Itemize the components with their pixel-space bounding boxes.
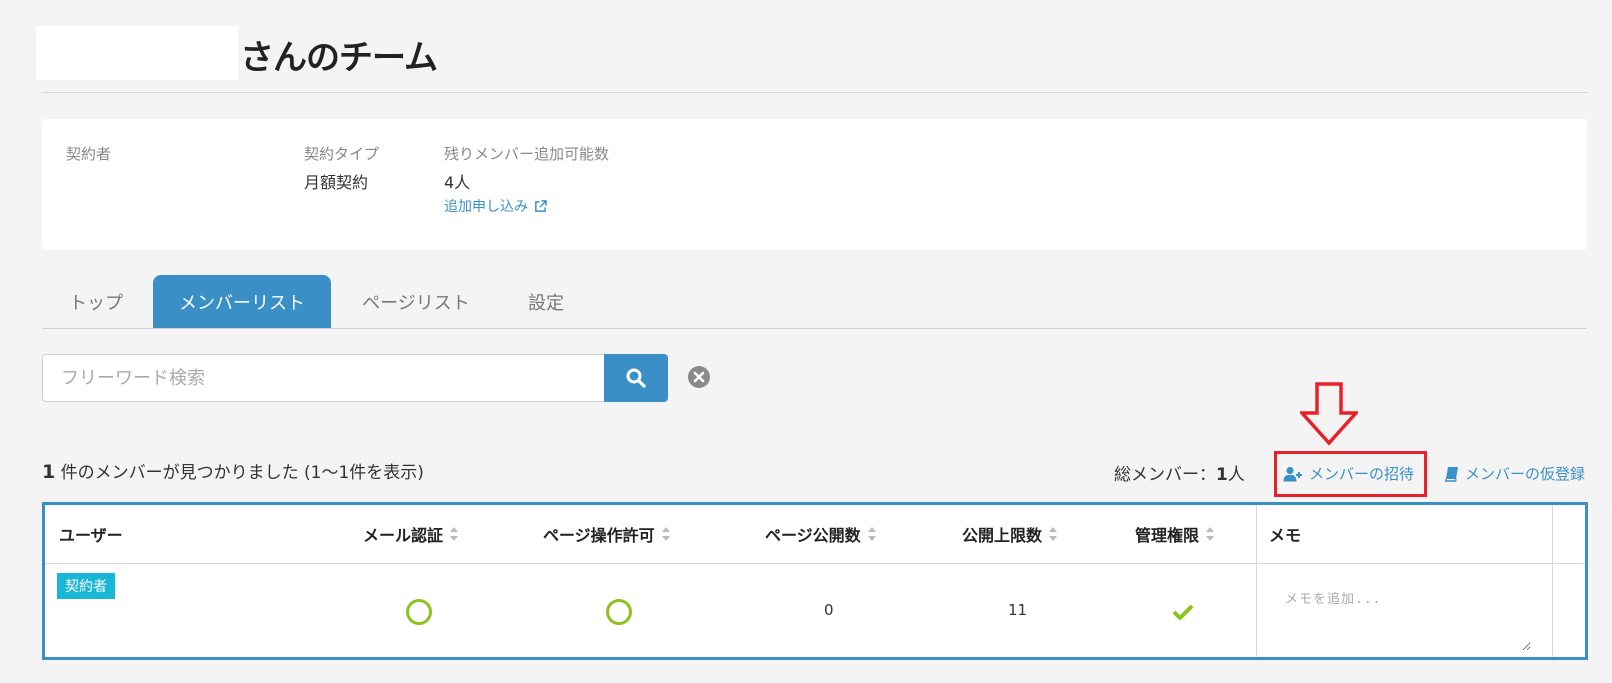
total-members-label: 総メンバー： [1114, 465, 1216, 485]
invite-member-label: メンバーの招待 [1309, 465, 1415, 483]
search-icon [626, 368, 646, 388]
sort-icon [450, 527, 459, 541]
contract-type-value: 月額契約 [304, 173, 369, 192]
contract-panel: 契約者 契約タイプ 月額契約 残りメンバー追加可能数 4人 追加申し込み [42, 119, 1587, 250]
col-header-publish-limit-label: 公開上限数 [962, 526, 1043, 545]
results-summary: 1 件のメンバーが見つかりました (1〜1件を表示) [42, 458, 424, 483]
member-table: ユーザー メール認証 ページ操作許可 ページ公開数 公開上限数 管理権限 メモ … [42, 502, 1588, 660]
tab-member-list[interactable]: メンバーリスト [153, 275, 331, 328]
col-header-page-permission-label: ページ操作許可 [543, 526, 655, 545]
total-members: 総メンバー：1人 [1114, 460, 1245, 485]
col-header-admin-label: 管理権限 [1135, 526, 1200, 545]
tab-divider [42, 328, 1587, 329]
col-header-email-verified[interactable]: メール認証 [363, 505, 459, 563]
sort-icon [661, 527, 670, 541]
col-header-published-pages-label: ページ公開数 [765, 526, 861, 545]
results-count: 1 [42, 461, 56, 483]
team-owner-name-mask [36, 26, 238, 80]
total-members-unit: 人 [1227, 465, 1245, 485]
provisional-register-button[interactable]: メンバーの仮登録 [1445, 463, 1585, 484]
annotation-down-arrow [1300, 382, 1358, 446]
title-divider [42, 92, 1587, 93]
tab-top[interactable]: トップ [42, 275, 150, 328]
publish-limit-value: 11 [1008, 601, 1028, 619]
page-permission-ok-icon [606, 599, 632, 625]
email-verified-ok-icon [406, 599, 432, 625]
sort-icon [1049, 527, 1058, 541]
memo-column-divider [1256, 505, 1257, 657]
last-column-divider [1552, 505, 1553, 657]
add-request-link-label: 追加申し込み [444, 199, 528, 215]
results-summary-text: 件のメンバーが見つかりました (1〜1件を表示) [60, 463, 424, 483]
col-header-published-pages[interactable]: ページ公開数 [765, 505, 877, 563]
memo-textarea[interactable] [1267, 576, 1531, 651]
sort-icon [1206, 527, 1215, 541]
col-header-memo: メモ [1269, 526, 1302, 545]
book-icon [1445, 466, 1458, 482]
search-input[interactable] [42, 354, 604, 402]
col-header-user: ユーザー [59, 526, 123, 545]
published-pages-value: 0 [824, 601, 834, 619]
contract-type-label: 契約タイプ [304, 145, 380, 163]
contract-holder-label: 契約者 [66, 145, 112, 163]
contract-holder-badge: 契約者 [57, 573, 115, 599]
add-request-link[interactable]: 追加申し込み [444, 196, 547, 216]
tab-settings[interactable]: 設定 [508, 275, 584, 328]
page-title: さんのチーム [240, 38, 438, 78]
total-members-count: 1 [1216, 465, 1228, 485]
admin-check-icon [1172, 604, 1194, 620]
remaining-members-value: 4人 [444, 173, 471, 192]
tab-page-list[interactable]: ページリスト [346, 275, 486, 328]
col-header-publish-limit[interactable]: 公開上限数 [962, 505, 1058, 563]
col-header-admin[interactable]: 管理権限 [1135, 505, 1215, 563]
clear-search-icon[interactable] [687, 365, 711, 389]
sort-icon [867, 527, 876, 541]
col-header-email-verified-label: メール認証 [363, 526, 444, 545]
external-link-icon [535, 199, 547, 212]
search-button[interactable] [604, 354, 668, 402]
header-row-divider [45, 563, 1585, 564]
remaining-members-label: 残りメンバー追加可能数 [444, 145, 610, 163]
col-header-page-permission[interactable]: ページ操作許可 [543, 505, 671, 563]
user-plus-icon [1283, 466, 1302, 481]
provisional-register-label: メンバーの仮登録 [1465, 465, 1586, 483]
invite-member-button[interactable]: メンバーの招待 [1283, 463, 1414, 484]
